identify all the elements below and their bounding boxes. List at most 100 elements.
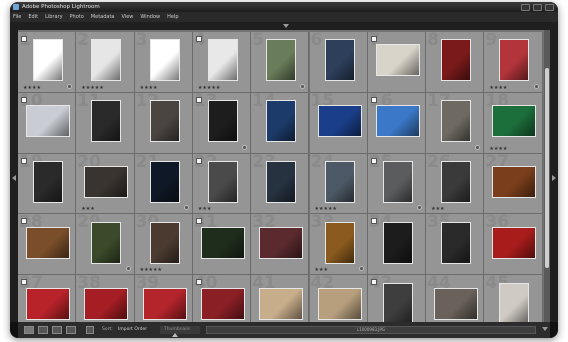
- grid-cell[interactable]: 44: [426, 275, 485, 322]
- grid-cell[interactable]: 30 ★★★★★: [134, 214, 193, 276]
- photo-thumbnail[interactable]: [382, 160, 413, 203]
- star-rating[interactable]: ★★★★: [489, 85, 507, 91]
- grid-cell[interactable]: 31: [192, 214, 252, 276]
- menu-help[interactable]: Help: [167, 12, 178, 22]
- photo-thumbnail[interactable]: [91, 100, 122, 143]
- top-panel-toggle[interactable]: [10, 22, 558, 30]
- photo-thumbnail[interactable]: [33, 39, 64, 82]
- menu-edit[interactable]: Edit: [28, 12, 38, 22]
- flag-icon[interactable]: [370, 279, 377, 286]
- grid-cell[interactable]: 19: [18, 153, 77, 215]
- photo-thumbnail[interactable]: [266, 160, 297, 203]
- grid-cell[interactable]: 36: [484, 214, 543, 276]
- flag-icon[interactable]: [21, 157, 27, 164]
- grid-cell[interactable]: 39: [134, 275, 193, 322]
- photo-thumbnail[interactable]: [324, 39, 355, 82]
- photo-thumbnail[interactable]: [441, 221, 472, 264]
- photo-thumbnail[interactable]: [200, 226, 245, 259]
- star-rating[interactable]: ★★★★★: [315, 206, 337, 212]
- star-rating[interactable]: ★★★★★: [81, 85, 103, 91]
- maximize-button[interactable]: [533, 4, 542, 11]
- grid-cell[interactable]: 26 ★★★: [426, 153, 485, 215]
- flag-icon[interactable]: [195, 157, 202, 164]
- grid-cell[interactable]: 5: [251, 32, 310, 93]
- menu-file[interactable]: File: [13, 12, 21, 22]
- toolbar-options-icon[interactable]: [542, 327, 548, 331]
- grid-cell[interactable]: 3 ★★★★: [134, 32, 193, 93]
- grid-cell[interactable]: 2 ★★★★★: [76, 32, 135, 93]
- photo-thumbnail[interactable]: [149, 160, 180, 203]
- sort-dropdown[interactable]: Import Order: [118, 322, 147, 338]
- grid-cell[interactable]: 45: [484, 275, 543, 322]
- photo-thumbnail[interactable]: [207, 39, 238, 82]
- photo-thumbnail[interactable]: [207, 160, 238, 203]
- grid-cell[interactable]: 33 ★★★: [309, 214, 368, 276]
- menu-view[interactable]: View: [122, 12, 134, 22]
- grid-cell[interactable]: 24 ★★★★★: [309, 153, 368, 215]
- grid-cell[interactable]: 25: [367, 153, 427, 215]
- flag-icon[interactable]: [21, 96, 27, 103]
- loupe-view-button[interactable]: [38, 326, 48, 334]
- grid-cell[interactable]: 22 ★★★: [192, 153, 252, 215]
- grid-view-button[interactable]: [24, 326, 34, 334]
- flag-icon[interactable]: [370, 96, 377, 103]
- flag-icon[interactable]: [195, 36, 202, 42]
- grid-cell[interactable]: 7: [367, 32, 427, 93]
- photo-thumbnail[interactable]: [149, 221, 180, 264]
- grid-cell[interactable]: 16: [367, 92, 427, 154]
- photo-thumbnail[interactable]: [33, 160, 64, 203]
- flag-icon[interactable]: [370, 36, 377, 42]
- photo-thumbnail[interactable]: [375, 44, 420, 77]
- scroll-thumb[interactable]: [545, 68, 549, 268]
- grid-cell[interactable]: 18 ★★★★: [484, 92, 543, 154]
- photo-thumbnail[interactable]: [207, 100, 238, 143]
- photo-thumbnail[interactable]: [149, 39, 180, 82]
- star-rating[interactable]: ★★★: [315, 267, 328, 273]
- compare-view-button[interactable]: [52, 326, 62, 334]
- grid-cell[interactable]: 11: [76, 92, 135, 154]
- survey-view-button[interactable]: [66, 326, 76, 334]
- grid-cell[interactable]: 29: [76, 214, 135, 276]
- photo-thumbnail[interactable]: [324, 160, 355, 203]
- flag-icon[interactable]: [21, 36, 27, 42]
- photo-thumbnail[interactable]: [317, 287, 362, 320]
- star-rating[interactable]: ★★★★★: [140, 267, 162, 273]
- star-rating[interactable]: ★★★★: [140, 85, 158, 91]
- grid-cell[interactable]: 37: [18, 275, 77, 322]
- grid-cell[interactable]: 20 ★★★: [76, 153, 135, 215]
- photo-thumbnail[interactable]: [26, 226, 71, 259]
- star-rating[interactable]: ★★★★: [23, 85, 41, 91]
- grid-cell[interactable]: 28: [18, 214, 77, 276]
- photo-thumbnail[interactable]: [259, 287, 304, 320]
- photo-thumbnail[interactable]: [492, 165, 537, 198]
- grid-cell[interactable]: 27: [484, 153, 543, 215]
- photo-thumbnail[interactable]: [91, 39, 122, 82]
- menu-library[interactable]: Library: [45, 12, 62, 22]
- photo-thumbnail[interactable]: [142, 287, 187, 320]
- photo-thumbnail[interactable]: [200, 287, 245, 320]
- grid-cell[interactable]: 32: [251, 214, 310, 276]
- grid-cell[interactable]: 43: [367, 275, 427, 322]
- photo-thumbnail[interactable]: [441, 160, 472, 203]
- grid-cell[interactable]: 13: [192, 92, 252, 154]
- photo-thumbnail[interactable]: [441, 100, 472, 143]
- star-rating[interactable]: ★★★: [198, 206, 211, 212]
- photo-thumbnail[interactable]: [375, 105, 420, 138]
- flag-icon[interactable]: [195, 96, 202, 103]
- painter-icon[interactable]: [86, 326, 94, 334]
- star-rating[interactable]: ★★★: [81, 206, 94, 212]
- grid-cell[interactable]: 40: [192, 275, 252, 322]
- photo-thumbnail[interactable]: [317, 105, 362, 138]
- grid-cell[interactable]: 35: [426, 214, 485, 276]
- photo-thumbnail[interactable]: [91, 221, 122, 264]
- grid-cell[interactable]: 1★★★★: [18, 32, 77, 93]
- flag-icon[interactable]: [21, 218, 27, 225]
- grid-cell[interactable]: 38: [76, 275, 135, 322]
- slider-knob-icon[interactable]: [172, 333, 178, 337]
- grid-cell[interactable]: 21: [134, 153, 193, 215]
- flag-icon[interactable]: [370, 218, 377, 225]
- flag-icon[interactable]: [21, 279, 27, 286]
- grid-cell[interactable]: 6: [309, 32, 368, 93]
- photo-thumbnail[interactable]: [499, 39, 530, 82]
- menu-metadata[interactable]: Metadata: [91, 12, 115, 22]
